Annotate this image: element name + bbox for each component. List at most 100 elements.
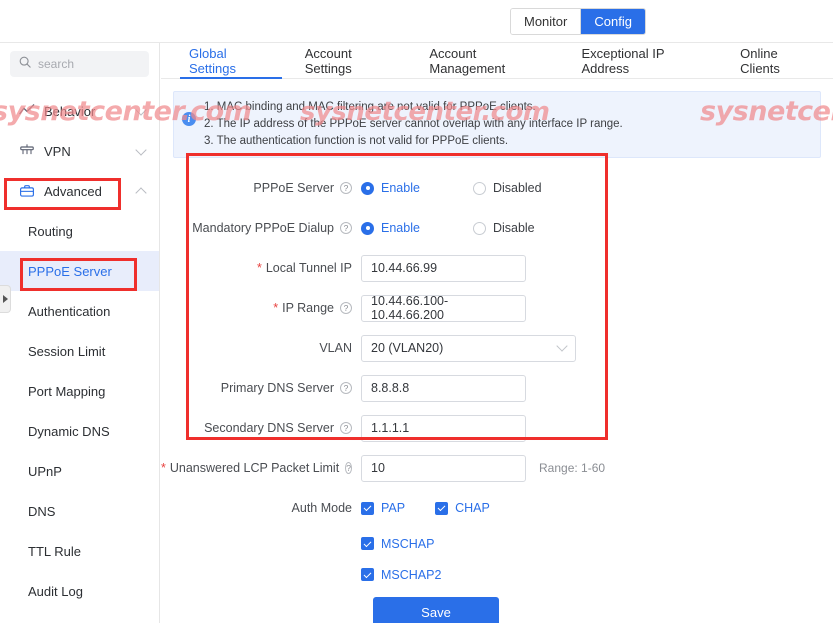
sidebar-item-label: Port Mapping — [28, 383, 106, 399]
sidebar-item-dynamic-dns[interactable]: Dynamic DNS — [0, 411, 159, 451]
radio-dot-icon — [361, 181, 374, 195]
label-text: IP Range — [282, 301, 334, 315]
secondary-dns-label: Secondary DNS Server ? — [161, 421, 361, 435]
radio-label: Disabled — [492, 181, 542, 195]
checkbox-mschap2[interactable]: MSCHAP2 — [361, 568, 441, 582]
help-icon[interactable]: ? — [340, 182, 352, 194]
help-icon[interactable]: ? — [345, 462, 352, 474]
vlan-label: VLAN — [161, 341, 361, 355]
sidebar-search: search — [0, 43, 159, 77]
chevron-down-icon — [135, 144, 147, 156]
checkbox-check-icon — [361, 568, 374, 581]
sidebar-item-port-mapping[interactable]: Port Mapping — [0, 371, 159, 411]
secondary-dns-input[interactable]: 1.1.1.1 — [361, 414, 526, 442]
field-row-ip-range: * IP Range ? 10.44.66.100-10.44.66.200 — [161, 288, 833, 328]
select-value: 20 (VLAN20) — [371, 341, 444, 355]
primary-dns-input[interactable]: 8.8.8.8 — [361, 374, 526, 402]
ip-range-label: * IP Range ? — [161, 301, 361, 315]
radio-mandatory-dialup-enable[interactable]: Enable — [361, 221, 420, 235]
checkbox-pap[interactable]: PAP — [361, 501, 405, 515]
radio-pppoe-server-disabled[interactable]: Disabled — [472, 181, 542, 195]
save-button[interactable]: Save — [373, 597, 499, 623]
tab-global-settings[interactable]: Global Settings — [173, 43, 289, 79]
required-marker: * — [273, 301, 279, 315]
chevron-down-icon — [135, 104, 147, 116]
search-input[interactable]: search — [10, 51, 149, 77]
radio-dot-icon — [361, 221, 374, 235]
checkbox-check-icon — [435, 501, 449, 515]
sidebar-item-upnp[interactable]: UPnP — [0, 451, 159, 491]
radio-pppoe-server-enable[interactable]: Enable — [361, 181, 420, 195]
label-text: Auth Mode — [291, 501, 352, 515]
sidebar-collapse-handle[interactable] — [0, 285, 11, 313]
ip-range-input[interactable]: 10.44.66.100-10.44.66.200 — [361, 294, 526, 322]
form-actions: Save — [161, 590, 833, 623]
chevron-down-icon — [556, 340, 568, 352]
label-text: Mandatory PPPoE Dialup — [192, 221, 334, 235]
radio-dot-icon — [472, 221, 486, 235]
checkbox-check-icon — [361, 501, 374, 515]
help-icon[interactable]: ? — [340, 222, 352, 234]
help-icon[interactable]: ? — [340, 382, 352, 394]
sidebar-item-dns[interactable]: DNS — [0, 491, 159, 531]
tab-account-management[interactable]: Account Management — [413, 43, 565, 78]
tab-account-settings[interactable]: Account Settings — [289, 43, 414, 78]
checkbox-chap[interactable]: CHAP — [435, 501, 490, 515]
sidebar-group-behavior[interactable]: Behavior — [0, 91, 159, 131]
local-tunnel-ip-label: * Local Tunnel IP — [161, 261, 361, 275]
view-mode-toggle[interactable]: Monitor Config — [510, 8, 646, 35]
sidebar-item-session-limit[interactable]: Session Limit — [0, 331, 159, 371]
tab-exceptional-ip-address[interactable]: Exceptional IP Address — [565, 43, 724, 78]
sidebar-group-advanced[interactable]: Advanced — [0, 171, 159, 211]
sidebar-item-label: Session Limit — [28, 343, 106, 359]
sidebar-group-vpn[interactable]: VPN — [0, 131, 159, 171]
sidebar-group-label: Advanced — [44, 183, 102, 199]
sidebar-item-authentication[interactable]: Authentication — [0, 291, 159, 331]
help-icon[interactable]: ? — [340, 422, 352, 434]
auth-mode-label: Auth Mode — [161, 501, 361, 515]
chart-line-icon — [18, 103, 35, 120]
lcp-limit-label: * Unanswered LCP Packet Limit ? — [161, 461, 361, 475]
required-marker: * — [161, 461, 166, 475]
input-value: 1.1.1.1 — [371, 421, 410, 435]
help-icon[interactable]: ? — [340, 302, 352, 314]
sidebar-item-ttl-rule[interactable]: TTL Rule — [0, 531, 159, 571]
vlan-select[interactable]: 20 (VLAN20) — [361, 334, 576, 362]
field-row-secondary-dns: Secondary DNS Server ? 1.1.1.1 — [161, 408, 833, 448]
sidebar-item-routing[interactable]: Routing — [0, 211, 159, 251]
sidebar-item-audit-log[interactable]: Audit Log — [0, 571, 159, 611]
app-root: sysnetcenter.com sysnetcenter.com sysnet… — [0, 0, 833, 623]
local-tunnel-ip-input[interactable]: 10.44.66.99 — [361, 254, 526, 282]
toolbox-icon — [18, 183, 35, 200]
mandatory-dialup-label: Mandatory PPPoE Dialup ? — [161, 221, 361, 235]
field-row-vlan: VLAN 20 (VLAN20) — [161, 328, 833, 368]
toggle-monitor[interactable]: Monitor — [511, 9, 581, 34]
auth-mode-mschap2-wrap: MSCHAP2 — [361, 568, 441, 582]
checkbox-label: CHAP — [455, 501, 490, 515]
label-text: Primary DNS Server — [220, 381, 334, 395]
radio-label: Enable — [381, 221, 420, 235]
sidebar-group-label: Behavior — [44, 103, 96, 119]
checkbox-mschap[interactable]: MSCHAP — [361, 537, 434, 551]
info-line: 3. The authentication function is not va… — [204, 135, 509, 147]
tab-online-clients[interactable]: Online Clients — [724, 43, 833, 78]
tab-label: Account Management — [429, 45, 506, 76]
auth-mode-mschap-wrap: MSCHAP — [361, 537, 434, 551]
search-icon — [19, 55, 31, 73]
sidebar: search Behavior VPN Advanced Routing PPP… — [0, 43, 160, 623]
lcp-limit-input[interactable]: 10 — [361, 454, 526, 482]
toggle-config[interactable]: Config — [580, 9, 645, 34]
sidebar-item-label: TTL Rule — [28, 543, 81, 559]
sidebar-nav: Behavior VPN Advanced Routing PPPoE Serv… — [0, 91, 159, 611]
info-icon: i — [182, 112, 196, 126]
tab-label: Account Settings — [304, 45, 352, 76]
info-banner-list: 1. MAC binding and MAC filtering are not… — [204, 99, 623, 150]
pppoe-server-radio-group: Enable Disabled — [361, 181, 542, 195]
auth-mode-checkbox-group: PAP CHAP — [361, 501, 490, 515]
sidebar-item-label: Audit Log — [28, 583, 83, 599]
tab-label: Exceptional IP Address — [581, 45, 665, 76]
checkbox-check-icon — [361, 537, 374, 550]
sidebar-item-pppoe-server[interactable]: PPPoE Server — [0, 251, 159, 291]
radio-mandatory-dialup-disable[interactable]: Disable — [472, 221, 535, 235]
sidebar-item-label: UPnP — [28, 463, 62, 479]
